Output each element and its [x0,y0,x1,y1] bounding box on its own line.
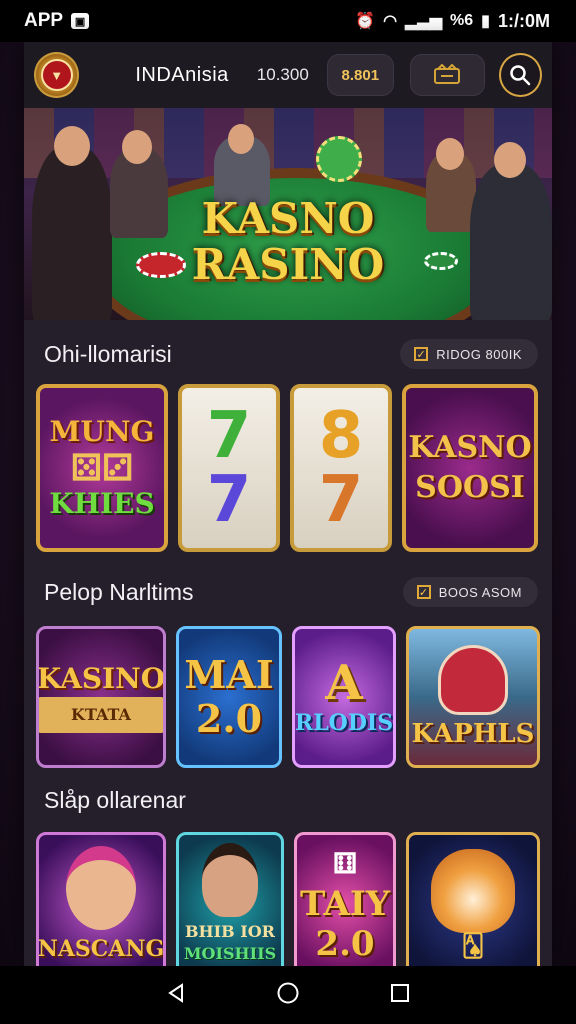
section-filter-tag[interactable]: ✓ RIDOG 800IK [400,339,538,369]
hero-title-line: RASINO [191,240,385,289]
reel-symbol: 7 [318,463,364,537]
dice-icon: ⚅ [332,847,358,880]
checkbox-icon: ✓ [416,585,431,599]
card-icon: 🂡 [461,933,485,959]
casino-logo[interactable]: ▼ [34,52,80,98]
section-header: Slåp ollarenar [24,782,552,818]
game-tile[interactable]: MUNG ⚄⚂ KHIES [36,384,168,552]
fox-mascot [431,849,515,933]
signal-icon: ▂▃▅ [405,13,443,30]
tile-label: MAI [184,652,274,697]
tile-label: A [325,655,363,711]
tile-label: KHIES [49,487,155,520]
brand-name: INDAnisia [135,63,229,86]
status-bar: APP ▣ ⏰ ◠ ▂▃▅ %6 ▮ 1:/:0M [0,0,576,42]
checkbox-icon: ✓ [414,347,429,361]
game-tile[interactable]: BHIB IOR MOISHIIS [176,832,284,966]
back-icon [167,982,183,1003]
tile-label: KAPHLS [411,719,535,749]
character-avatar [437,645,508,715]
section-title: Pelop Narltims [44,578,194,605]
section-tag-label: BOOS ASOM [438,584,522,600]
hero-title: KASNO RASINO [24,196,552,288]
tile-label: SOOSI [415,470,525,505]
tile-label: 2.0 [195,696,263,741]
game-tile[interactable]: KASINO KTATA [36,626,166,768]
dice-icon: ⚄⚂ [70,447,134,489]
balance-value: 10.300 [256,65,309,84]
game-tile[interactable]: 🂡 [406,832,540,966]
system-nav-bar [0,966,576,1024]
tile-label: MOISHIIS [183,944,277,963]
crown-icon: ▼ [40,59,73,91]
game-tile[interactable]: KAPHLS [406,626,540,768]
game-tile[interactable]: KASNO SOOSI [402,384,538,552]
wallet-button[interactable] [409,54,485,96]
tile-label: KASNO [408,430,532,465]
battery-percent: %6 [450,12,474,29]
game-tile[interactable]: 8 7 [290,384,392,552]
coin-pill[interactable]: 8.801 [326,54,394,96]
tile-label: KASINO [36,662,166,695]
player-head [228,124,254,154]
reel-symbol: 7 [206,399,252,473]
recents-button[interactable] [389,982,411,1009]
tile-label: 2.0 [315,924,375,964]
home-button[interactable] [276,981,300,1010]
wifi-icon: ◠ [383,13,398,30]
reel-symbol: 7 [206,463,252,537]
app-badge-icon: ▣ [71,13,90,29]
recents-icon [391,983,410,1002]
section-filter-tag[interactable]: ✓ BOOS ASOM [402,577,538,607]
poker-chip-icon [316,136,362,182]
dealer-head [54,126,90,166]
reel-symbol: 8 [318,399,364,473]
hero-banner[interactable]: KASNO RASINO [24,108,552,320]
game-row: KASINO KTATA MAI 2.0 A RLODIS KAPHLS [24,626,552,768]
alarm-icon: ⏰ [355,13,376,30]
player-head [494,142,526,178]
wallet-icon [434,64,461,84]
game-tile[interactable]: A RLODIS [292,626,396,768]
hero-title-line: KASNO [201,194,375,243]
section-title: Ohi-llomarisi [44,340,172,367]
game-tile[interactable]: MAI 2.0 [176,626,282,768]
status-time: 1:/:0M [497,10,550,31]
player-head [436,138,464,170]
back-button[interactable] [165,982,187,1009]
battery-icon: ▮ [481,13,490,30]
search-button[interactable] [498,53,543,97]
game-row: NASCANG BHIB IOR MOISHIIS ⚅ TAIY 2.0 🂡 [24,832,552,966]
app-label: APP [24,10,64,31]
player-head [122,130,152,164]
tile-label: TAIY [300,884,390,924]
tile-label: MUNG [49,415,155,448]
top-bar: ▼ INDAnisia 10.300 8.801 [24,42,552,108]
character-avatar [66,846,136,930]
character-avatar [201,843,258,917]
search-icon [510,65,531,86]
game-tile[interactable]: 7 7 [178,384,280,552]
home-icon [277,982,299,1003]
section-title: Slåp ollarenar [44,786,186,813]
app-screen: ▼ INDAnisia 10.300 8.801 KASNO RASINO Oh… [24,42,552,966]
game-row: MUNG ⚄⚂ KHIES 7 7 8 7 KASNO SOOSI [24,384,552,552]
section-header: Ohi-llomarisi ✓ RIDOG 800IK [24,338,552,370]
tile-label: BHIB IOR [185,922,275,941]
tile-label: KTATA [39,697,163,733]
game-tile[interactable]: NASCANG [36,832,166,966]
tile-label: RLODIS [294,710,394,736]
section-header: Pelop Narltims ✓ BOOS ASOM [24,574,552,610]
tile-label: NASCANG [37,936,165,962]
game-tile[interactable]: ⚅ TAIY 2.0 [294,832,396,966]
section-tag-label: RIDOG 800IK [436,346,522,362]
